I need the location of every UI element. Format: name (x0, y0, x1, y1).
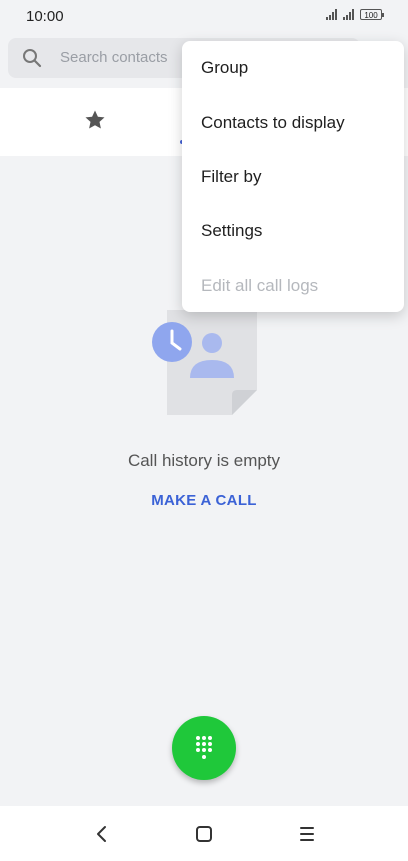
signal-icon (326, 9, 337, 20)
empty-state-message: Call history is empty (127, 451, 281, 470)
menu-item-group[interactable]: Group (182, 41, 404, 95)
dialpad-icon (196, 736, 212, 759)
navigation-bar (0, 806, 408, 861)
star-icon[interactable] (83, 108, 107, 132)
dialpad-button[interactable] (172, 716, 236, 780)
overflow-menu: Group Contacts to display Filter by Sett… (182, 41, 404, 312)
menu-item-filter-by[interactable]: Filter by (182, 150, 404, 204)
search-icon (23, 49, 42, 68)
menu-item-settings[interactable]: Settings (182, 204, 404, 258)
status-bar: 10:00 100 (0, 0, 408, 34)
empty-call-history-illustration (152, 310, 257, 415)
make-a-call-button[interactable]: MAKE A CALL (0, 492, 408, 509)
back-icon[interactable] (94, 824, 110, 844)
signal-icon (343, 9, 354, 20)
search-placeholder: Search contacts (60, 49, 168, 66)
menu-icon[interactable] (298, 825, 316, 843)
status-icons: 100 (326, 9, 384, 20)
battery-icon: 100 (360, 9, 384, 20)
menu-item-edit-all-call-logs: Edit all call logs (201, 276, 319, 295)
menu-item-contacts-to-display[interactable]: Contacts to display (182, 96, 404, 150)
home-icon[interactable] (194, 824, 214, 844)
status-time: 10:00 (26, 8, 64, 25)
